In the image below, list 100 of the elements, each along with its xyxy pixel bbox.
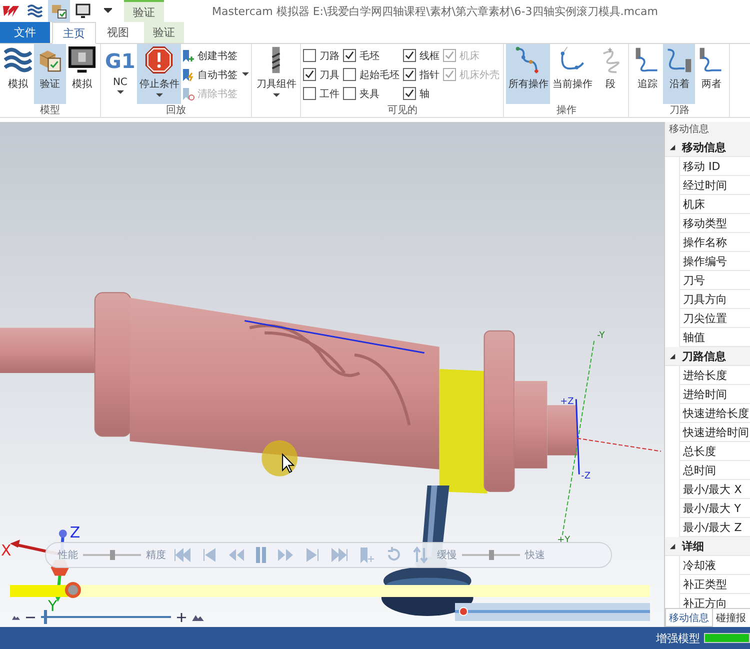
checkbox[interactable] [343, 68, 356, 81]
tool-assembly-button[interactable]: 刀具组件 [254, 44, 298, 104]
add-bookmark-icon [358, 546, 376, 564]
property-name: 刀号 [682, 272, 705, 288]
property-name: 进给长度 [682, 368, 727, 382]
verify-button[interactable] [48, 0, 70, 22]
quality-label: 精度 [146, 548, 166, 562]
expander-icon [669, 144, 676, 150]
status-text: 增强模型 [656, 630, 700, 646]
progress-track[interactable] [10, 585, 650, 597]
fast-label: 快速 [525, 548, 545, 562]
large-mountain-icon[interactable] [192, 614, 204, 620]
caret-icon [116, 90, 124, 95]
skip-start-icon [173, 546, 191, 564]
stop-conditions-button[interactable]: 停止条件 [137, 44, 182, 104]
ribbon-tab[interactable]: 主页 [52, 22, 96, 44]
waves-button[interactable]: 模拟 [2, 44, 34, 104]
checkbox[interactable] [303, 68, 316, 81]
property-name: 经过时间 [682, 178, 727, 192]
axis-label: Y [48, 599, 58, 614]
property-name: 轴值 [682, 330, 705, 344]
property-name: 快速进给时间 [682, 424, 749, 440]
caret-icon[interactable] [104, 8, 112, 14]
checkbox-label: 夹具 [359, 88, 380, 100]
expander-icon [669, 542, 676, 550]
checkbox[interactable] [343, 49, 356, 62]
slider-thumb[interactable] [110, 550, 115, 560]
ribbon-tab[interactable]: 验证 [144, 22, 184, 43]
group-label: 操作 [555, 104, 578, 117]
property-name: 冷却液 [682, 558, 716, 572]
expander-icon [669, 352, 676, 360]
property-name: 移动 ID [682, 158, 720, 174]
position-track[interactable] [455, 603, 650, 621]
checkbox[interactable] [403, 49, 416, 62]
caret-icon [242, 72, 250, 77]
checkbox-label: 轴 [419, 88, 430, 100]
checkbox[interactable] [403, 87, 416, 100]
ribbon-tab[interactable]: 视图 [96, 22, 140, 43]
panel-title: 移动信息 [665, 122, 750, 138]
caret-icon [156, 93, 163, 98]
panel-tab[interactable]: 移动信息 [665, 609, 713, 627]
checkbox-label: 工件 [319, 88, 340, 100]
checkbox-label: 刀具 [319, 68, 340, 82]
window-title: Mastercam 模拟器 E:\我爱白学网四轴课程\素材\第六章素材\6-3四轴实例滚刀模具.mcam [212, 4, 658, 18]
panel-tab[interactable]: 碰撞报 [713, 609, 749, 627]
ribbon-tab[interactable]: 文件 [0, 22, 50, 43]
context-group-label: 验证 [124, 0, 164, 22]
property-name: 补正方向 [682, 596, 727, 608]
group-label: 可见的 [386, 104, 418, 117]
axis-label: -Z [581, 471, 591, 482]
small-mountain-icon[interactable] [12, 614, 20, 620]
fast-forward-icon [277, 546, 295, 564]
property-name: 机床 [682, 196, 705, 212]
slider-thumb[interactable] [489, 550, 494, 560]
checkbox-label: 机床外壳 [459, 68, 500, 82]
bookmark-icon [181, 48, 196, 62]
trace-button[interactable]: 追踪 [631, 44, 664, 104]
bookmark-button[interactable]: 自动书签 [181, 65, 250, 84]
checkbox[interactable] [343, 87, 356, 100]
checkbox-label: 毛坯 [359, 50, 380, 62]
all-operations-button[interactable]: 所有操作 [506, 44, 550, 104]
nc-button[interactable]: G1 NC [103, 44, 138, 104]
slider-thumb[interactable] [44, 610, 47, 624]
verify-button[interactable]: 验证 [34, 44, 66, 104]
bookmark-icon [181, 68, 196, 82]
bookmark-icon [181, 86, 196, 100]
checkbox[interactable] [303, 87, 316, 100]
property-name: 快速进给长度 [682, 406, 749, 420]
section-header[interactable]: 详细 [665, 537, 750, 556]
axis-label: +Z [560, 397, 574, 408]
toolpath-icon [665, 46, 694, 74]
segment-button[interactable]: 段 [594, 44, 626, 104]
box-clipboard-icon [40, 50, 61, 72]
property-name: 刀尖位置 [682, 310, 727, 326]
group-label: 模型 [39, 104, 61, 117]
checkbox-label: 线框 [419, 50, 440, 62]
checkbox-label: 指针 [419, 68, 440, 82]
both-button[interactable]: 两者 [695, 44, 728, 104]
swap-icon [412, 546, 430, 564]
position-thumb[interactable] [458, 607, 468, 616]
checkbox[interactable] [303, 49, 316, 62]
group-label: 回放 [165, 104, 188, 117]
section-header[interactable]: 刀路信息 [665, 347, 750, 366]
performance-label: 性能 [58, 548, 78, 562]
property-name: 补正类型 [682, 576, 727, 592]
zoom-in-icon[interactable] [177, 612, 186, 622]
progress-thumb[interactable] [64, 582, 81, 598]
monitor-icon [75, 3, 91, 19]
along-button[interactable]: 沿着 [663, 44, 696, 104]
section-header[interactable]: 移动信息 [665, 138, 750, 157]
property-name: 最小/最大 X [682, 482, 742, 496]
group-label: 刀路 [668, 104, 690, 117]
bookmark-button[interactable]: 创建书签 [181, 46, 250, 65]
monitor-button[interactable]: 模拟 [66, 44, 98, 104]
property-name: 移动类型 [682, 216, 727, 230]
property-name: 最小/最大 Y [682, 500, 741, 516]
waves-icon [27, 3, 43, 19]
checkbox[interactable] [403, 68, 416, 81]
property-name: 总长度 [682, 444, 716, 458]
current-operation-button[interactable]: 当前操作 [550, 44, 594, 104]
